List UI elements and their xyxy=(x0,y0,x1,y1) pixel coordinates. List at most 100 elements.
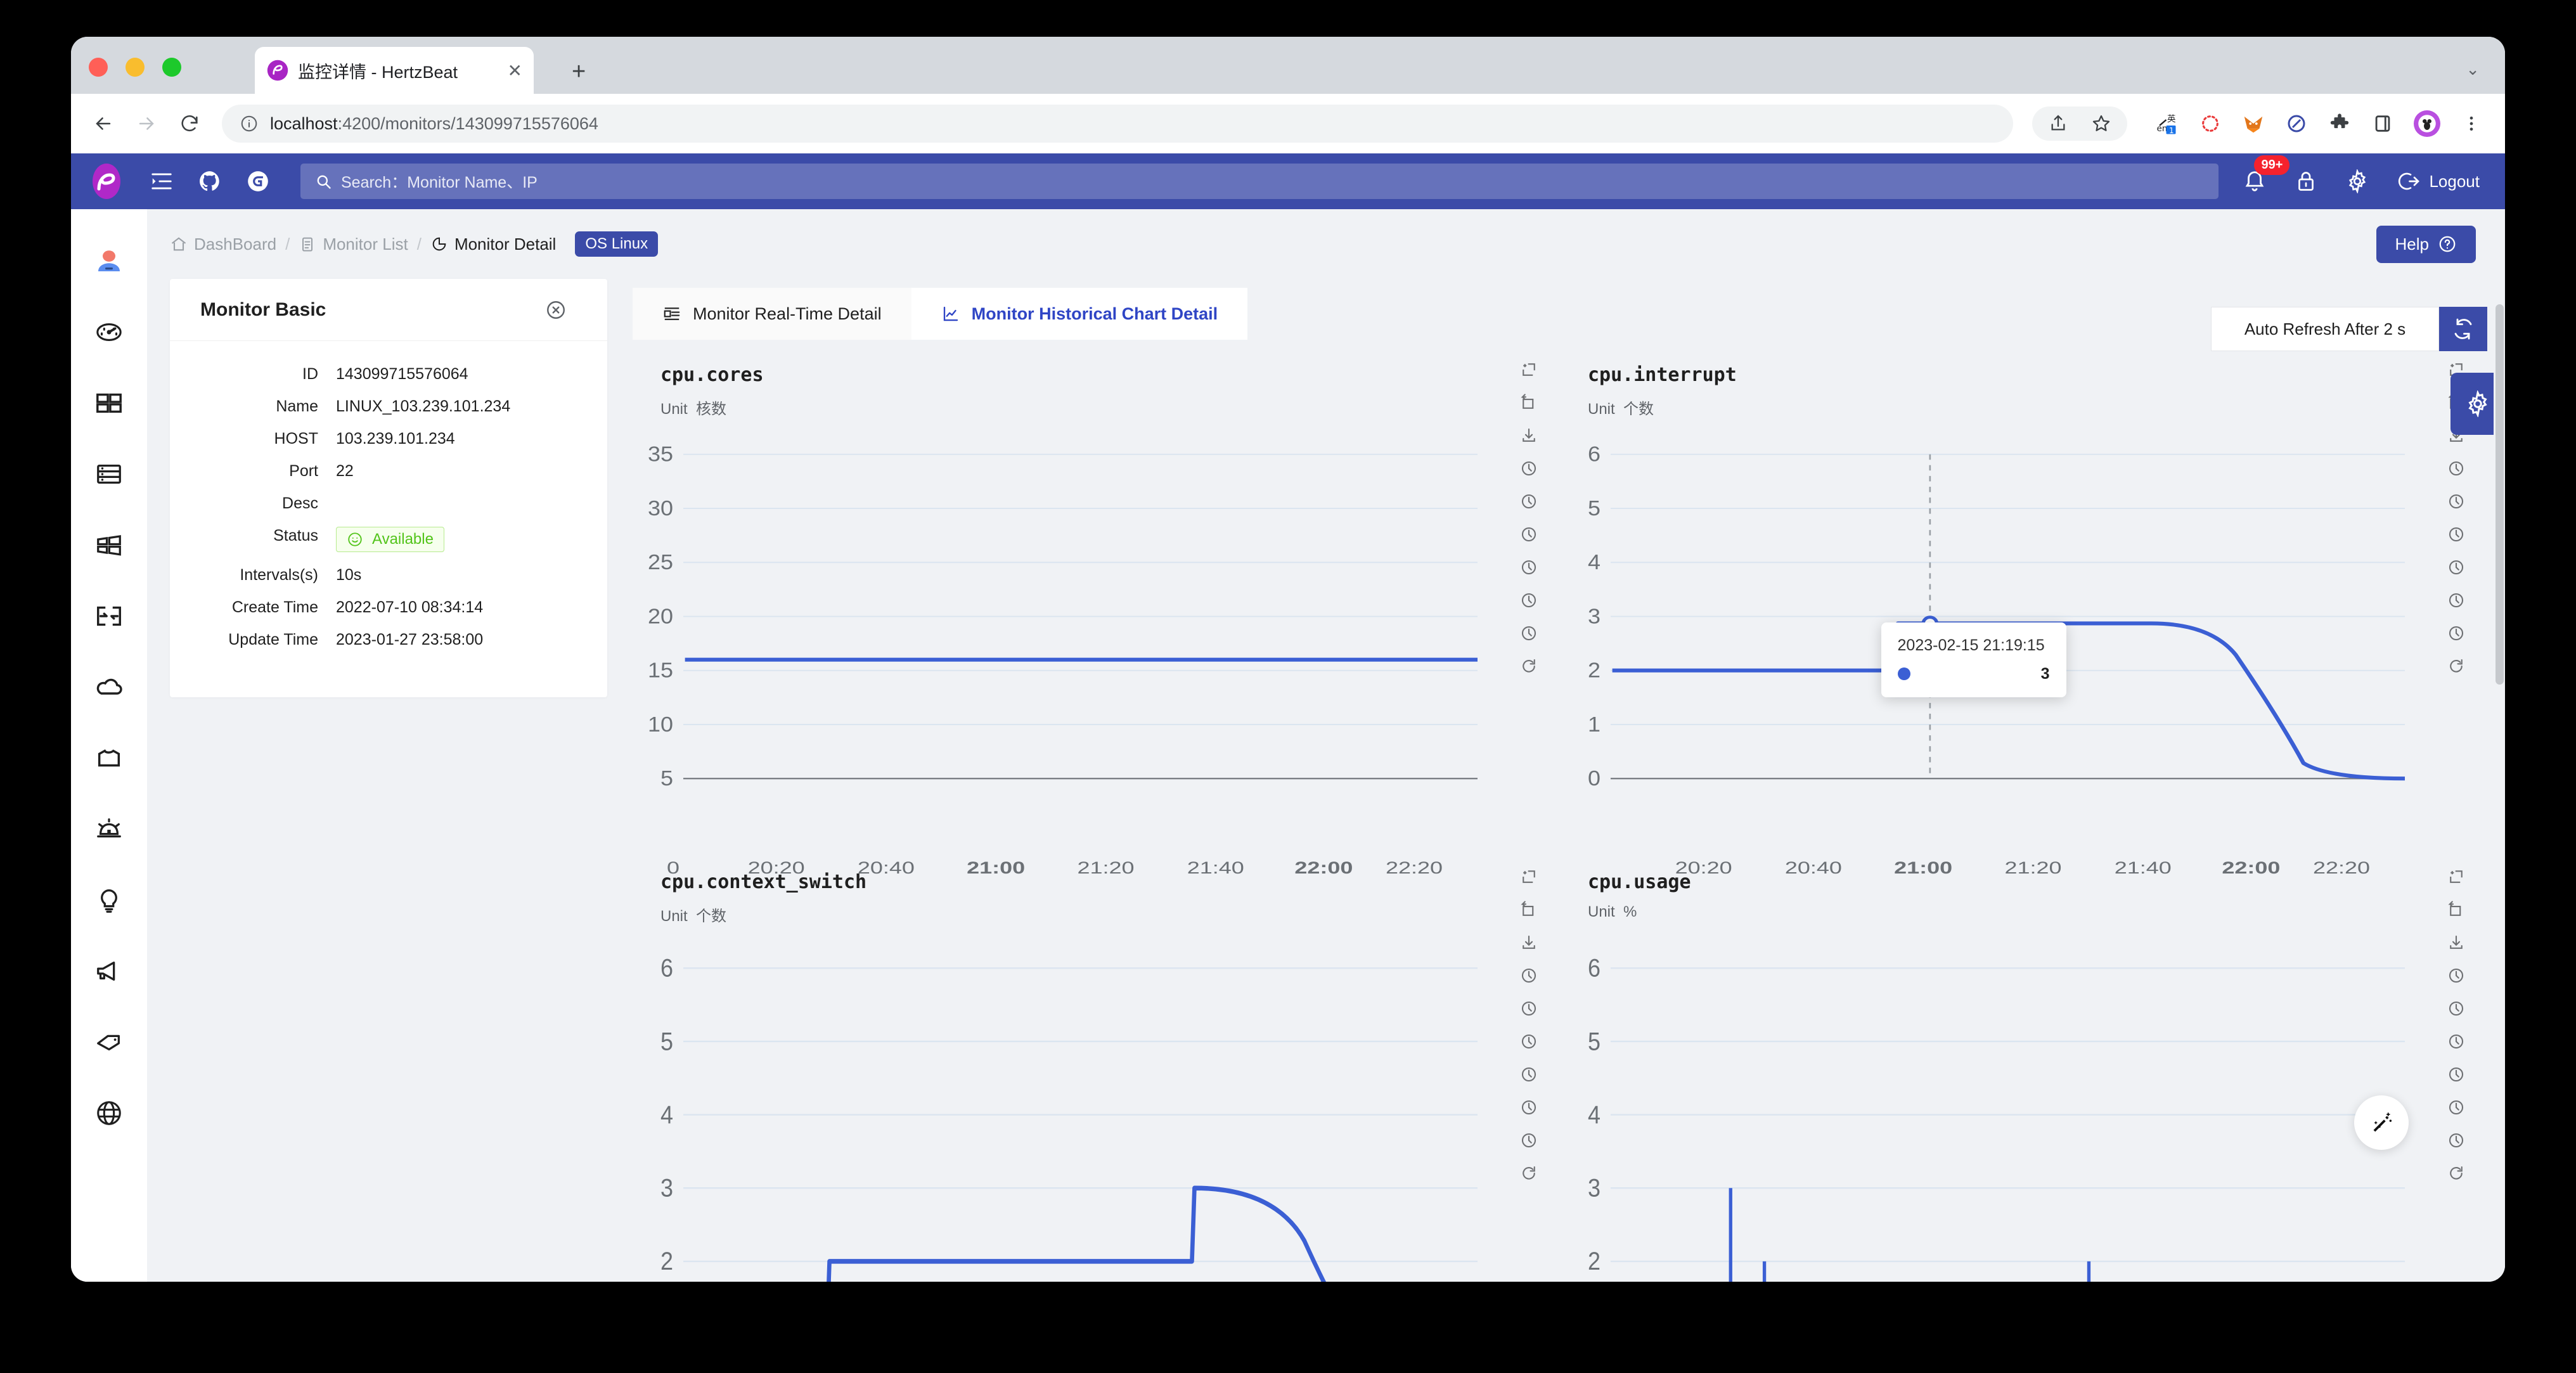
site-info-icon[interactable] xyxy=(240,114,259,133)
chart-refresh-icon[interactable] xyxy=(2447,1164,2466,1183)
sidebar-item-alarm[interactable] xyxy=(71,794,147,865)
download-icon[interactable] xyxy=(1519,426,1538,445)
time-range-icon[interactable] xyxy=(2447,492,2466,511)
sidebar-toggle-icon[interactable] xyxy=(2371,112,2395,136)
profile-avatar[interactable] xyxy=(2414,110,2440,137)
time-range-icon[interactable] xyxy=(2447,1032,2466,1051)
tab-monitor-real-time-detail[interactable]: Monitor Real-Time Detail xyxy=(633,288,911,340)
time-range-icon[interactable] xyxy=(1519,999,1538,1018)
translate-extension-icon[interactable]: en英1 xyxy=(2155,112,2179,136)
maximize-window-button[interactable] xyxy=(162,58,181,77)
time-range-icon[interactable] xyxy=(1519,1032,1538,1051)
tab-monitor-historical-chart-detail[interactable]: Monitor Historical Chart Detail xyxy=(911,288,1248,340)
chart-plot[interactable]: 654 321 0 xyxy=(1560,423,2405,856)
browser-tab[interactable]: 监控详情 - HertzBeat ✕ xyxy=(255,47,534,94)
time-range-icon[interactable] xyxy=(1519,1098,1538,1117)
help-button[interactable]: Help xyxy=(2376,226,2476,263)
time-range-icon[interactable] xyxy=(1519,1131,1538,1150)
extensions-puzzle-icon[interactable] xyxy=(2328,112,2352,136)
refresh-button[interactable] xyxy=(2439,307,2487,351)
tab-list-chevron-icon[interactable]: ⌄ xyxy=(2466,60,2480,79)
download-icon[interactable] xyxy=(2447,933,2466,952)
share-icon[interactable] xyxy=(2046,112,2070,136)
close-tab-button[interactable]: ✕ xyxy=(508,60,522,81)
close-icon[interactable] xyxy=(545,299,567,321)
coil-extension-icon[interactable] xyxy=(2198,112,2222,136)
chart-plot[interactable]: 353025 201510 5 xyxy=(633,423,1478,856)
time-range-icon[interactable] xyxy=(2447,1065,2466,1084)
time-range-icon[interactable] xyxy=(1519,966,1538,985)
sidebar-item-bulb[interactable] xyxy=(71,865,147,936)
sidebar-item-server[interactable] xyxy=(71,439,147,510)
time-range-icon[interactable] xyxy=(2447,525,2466,544)
chart-refresh-icon[interactable] xyxy=(2447,657,2466,676)
zoom-reset-icon[interactable] xyxy=(2447,900,2466,919)
download-icon[interactable] xyxy=(1519,933,1538,952)
adblock-extension-icon[interactable] xyxy=(2284,112,2309,136)
lock-icon[interactable] xyxy=(2295,170,2317,193)
sidebar-item-globe[interactable] xyxy=(71,1078,147,1149)
sidebar-item-middleware[interactable] xyxy=(71,581,147,652)
sidebar-item-apps[interactable] xyxy=(71,368,147,439)
sidebar-item-cloud[interactable] xyxy=(71,652,147,723)
forward-icon[interactable] xyxy=(136,113,157,134)
address-bar[interactable]: localhost:4200/monitors/143099715576064 xyxy=(222,105,2013,143)
logout-button[interactable]: Logout xyxy=(2397,170,2480,193)
time-range-icon[interactable] xyxy=(2447,966,2466,985)
sidebar-item-windows[interactable] xyxy=(71,510,147,581)
auto-refresh-control: Auto Refresh After 2 s xyxy=(2211,307,2487,351)
bookmark-star-icon[interactable] xyxy=(2089,112,2113,136)
chart-refresh-icon[interactable] xyxy=(1519,657,1538,676)
time-range-icon[interactable] xyxy=(1519,459,1538,478)
time-range-icon[interactable] xyxy=(2447,624,2466,643)
metamask-extension-icon[interactable] xyxy=(2241,112,2265,136)
sidebar-item-dashboard[interactable] xyxy=(71,297,147,368)
time-range-icon[interactable] xyxy=(2447,1131,2466,1150)
time-range-icon[interactable] xyxy=(2447,459,2466,478)
time-range-icon[interactable] xyxy=(2447,1098,2466,1117)
page-scrollbar-track[interactable] xyxy=(2494,209,2505,1282)
minimize-window-button[interactable] xyxy=(126,58,145,77)
hertzbeat-logo-icon[interactable] xyxy=(87,162,126,200)
time-range-icon[interactable] xyxy=(2447,558,2466,577)
zoom-reset-icon[interactable] xyxy=(1519,900,1538,919)
time-range-icon[interactable] xyxy=(2447,999,2466,1018)
new-tab-button[interactable]: + xyxy=(572,60,586,84)
back-icon[interactable] xyxy=(93,113,114,134)
sidebar-item-notice[interactable] xyxy=(71,936,147,1007)
time-range-icon[interactable] xyxy=(1519,558,1538,577)
notification-bell-button[interactable]: 99+ xyxy=(2243,169,2267,193)
breadcrumb-dashboard[interactable]: DashBoard xyxy=(170,235,276,254)
sidebar-item-custom[interactable] xyxy=(71,723,147,794)
window-controls[interactable] xyxy=(89,58,181,77)
chart-refresh-icon[interactable] xyxy=(1519,1164,1538,1183)
auto-refresh-select[interactable]: Auto Refresh After 2 s xyxy=(2211,307,2439,351)
gitee-icon[interactable] xyxy=(246,169,270,193)
status-badge: Available xyxy=(336,527,444,552)
time-range-icon[interactable] xyxy=(1519,591,1538,610)
breadcrumb-monitor-list[interactable]: Monitor List xyxy=(299,235,408,254)
global-search-input[interactable]: Search：Monitor Name、IP xyxy=(300,164,2219,199)
time-range-icon[interactable] xyxy=(1519,525,1538,544)
browser-menu-icon[interactable] xyxy=(2459,112,2483,136)
time-range-icon[interactable] xyxy=(2447,591,2466,610)
page-scrollbar-thumb[interactable] xyxy=(2496,304,2504,685)
zoom-reset-icon[interactable] xyxy=(1519,393,1538,412)
svg-text:5: 5 xyxy=(660,1028,673,1056)
github-icon[interactable] xyxy=(198,169,222,193)
zoom-area-icon[interactable] xyxy=(1519,360,1538,379)
zoom-area-icon[interactable] xyxy=(2447,867,2466,886)
time-range-icon[interactable] xyxy=(1519,492,1538,511)
menu-fold-icon[interactable] xyxy=(150,169,174,193)
chart-plot[interactable]: 654 321 xyxy=(1560,931,2405,1282)
reload-icon[interactable] xyxy=(179,113,200,134)
time-range-icon[interactable] xyxy=(1519,1065,1538,1084)
magic-wand-button[interactable] xyxy=(2354,1095,2409,1150)
time-range-icon[interactable] xyxy=(1519,624,1538,643)
sidebar-item-tag[interactable] xyxy=(71,1007,147,1078)
zoom-area-icon[interactable] xyxy=(1519,867,1538,886)
sidebar-item-avatar[interactable] xyxy=(71,226,147,297)
settings-gear-icon[interactable] xyxy=(2345,169,2369,193)
close-window-button[interactable] xyxy=(89,58,108,77)
chart-plot[interactable]: 654 321 xyxy=(633,931,1478,1282)
